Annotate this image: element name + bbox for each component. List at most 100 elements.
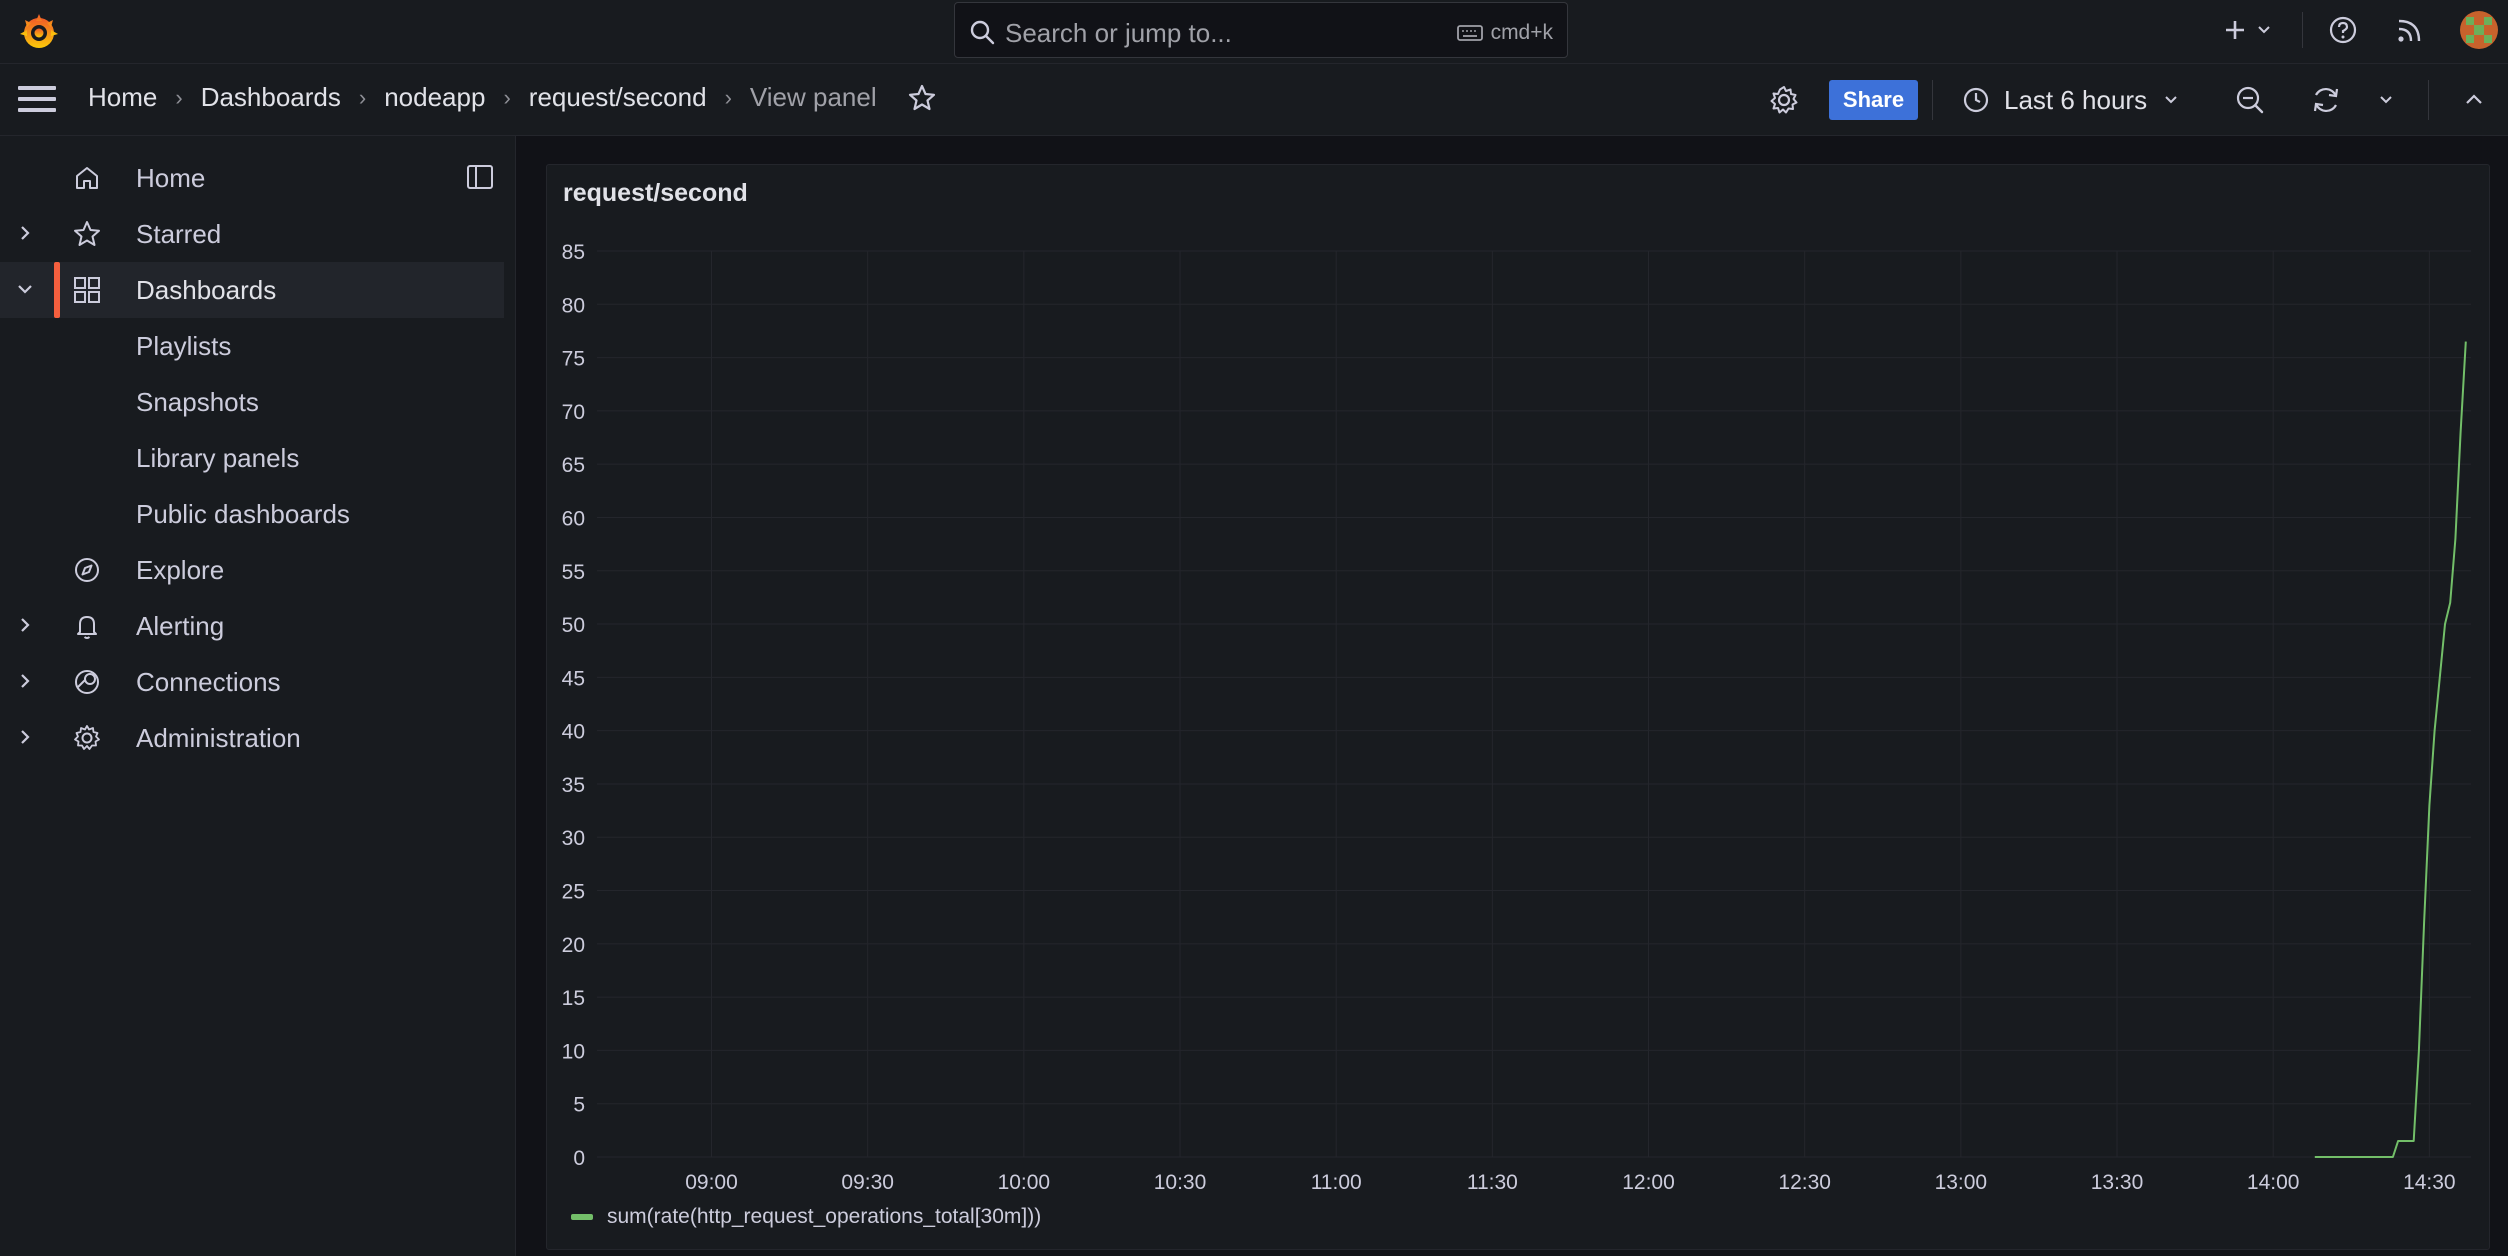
chevron-right-icon[interactable] [14,614,36,636]
sidebar-item-playlists[interactable]: Playlists [0,318,504,374]
chevron-right-icon: › [503,84,511,110]
x-tick-label: 09:30 [841,1171,894,1194]
x-tick-label: 09:00 [685,1171,738,1194]
sidebar-item-label: Library panels [136,443,300,473]
legend-series-label[interactable]: sum(rate(http_request_operations_total[3… [607,1205,1041,1229]
chevron-down-icon[interactable] [14,278,36,300]
x-tick-label: 13:00 [1935,1171,1988,1194]
y-tick-label: 45 [562,667,585,690]
chevron-right-icon[interactable] [14,670,36,692]
x-tick-label: 10:30 [1154,1171,1207,1194]
time-range-label: Last 6 hours [2004,84,2148,115]
x-tick-label: 11:00 [1311,1171,1362,1194]
sidebar-item-label: Connections [136,667,281,697]
chevron-right-icon[interactable] [14,726,36,748]
settings-gear-icon[interactable] [1768,84,1800,116]
zoom-out-icon[interactable] [2234,84,2266,116]
dashboards-icon [74,277,100,303]
chevron-right-icon[interactable] [14,222,36,244]
y-tick-label: 75 [562,348,585,371]
star-icon [74,221,100,246]
sidebar-item-administration[interactable]: Administration [0,710,504,766]
y-tick-label: 25 [562,881,585,904]
sidebar-item-dashboards[interactable]: Dashboards [0,262,504,318]
sidebar-item-explore[interactable]: Explore [0,542,504,598]
top-bar: Search or jump to... cmd+k [0,0,2508,64]
refresh-interval-chevron-down-icon[interactable] [2376,90,2396,110]
compass-icon [75,558,99,582]
sidebar-item-library-panels[interactable]: Library panels [0,430,504,486]
sidebar-item-label: Administration [136,723,301,753]
share-button[interactable]: Share [1829,80,1918,120]
y-tick-label: 0 [573,1147,585,1170]
sidebar-item-home[interactable]: Home [0,150,504,206]
y-tick-label: 5 [573,1094,585,1117]
y-tick-label: 20 [562,934,585,957]
user-avatar-icon [2460,11,2498,49]
y-tick-label: 55 [562,561,585,584]
legend-swatch [571,1214,593,1220]
search-input[interactable]: Search or jump to... cmd+k [954,2,1568,58]
star-icon[interactable] [907,83,937,113]
x-tick-label: 14:30 [2403,1171,2456,1194]
chevron-up-icon[interactable] [2462,88,2486,112]
y-tick-label: 70 [562,401,585,424]
search-icon [970,20,995,45]
sidebar-item-snapshots[interactable]: Snapshots [0,374,504,430]
chevron-down-icon [2165,96,2177,104]
chart-legend: sum(rate(http_request_operations_total[3… [571,1205,1041,1229]
avatar[interactable] [2460,11,2498,49]
sidebar-item-starred[interactable]: Starred [0,206,504,262]
chevron-right-icon: › [358,84,367,110]
sidebar-item-label: Starred [136,219,222,249]
breadcrumb-view-panel: View panel [749,82,877,112]
hamburger-icon-line [18,97,56,101]
news-button[interactable] [2396,0,2424,60]
grafana-logo-icon[interactable] [18,12,60,52]
y-tick-label: 10 [562,1040,585,1063]
y-tick-label: 15 [562,987,585,1010]
x-tick-label: 10:00 [998,1171,1051,1194]
keyboard-icon [1456,25,1483,41]
x-tick-label: 12:00 [1622,1171,1675,1194]
divider [2428,80,2429,120]
sidebar-item-alerting[interactable]: Alerting [0,598,504,654]
x-tick-label: 14:00 [2247,1171,2300,1194]
divider [1932,80,1933,120]
connections-icon [75,670,99,694]
sidebar-item-label: Playlists [136,331,232,361]
new-menu-button[interactable] [2222,0,2274,60]
sidebar-item-public-dashboards[interactable]: Public dashboards [0,486,504,542]
chevron-down-icon [2258,26,2270,34]
refresh-icon[interactable] [2310,84,2342,116]
breadcrumb-dashboards[interactable]: Dashboards [201,82,341,113]
sidebar-item-label: Home [136,163,206,193]
bell-icon [77,616,97,639]
breadcrumb-panel[interactable]: request/second [529,82,707,113]
line-chart[interactable]: 0 5 10 15 20 25 30 35 40 45 50 55 60 65 70 75 80 85 09:00 0… [547,165,2491,1205]
x-tick-label: 13:30 [2091,1171,2144,1194]
sidebar-item-label: Dashboards [136,275,277,305]
y-tick-label: 85 [562,241,585,264]
help-button[interactable] [2328,0,2358,60]
x-tick-label: 11:30 [1467,1171,1518,1194]
cog-icon [74,725,100,750]
breadcrumb-nodeapp[interactable]: nodeapp [384,82,485,113]
shortcut-label: cmd+k [1490,21,1553,44]
y-tick-label: 65 [562,454,585,477]
hamburger-icon-line [18,86,56,90]
y-tick-label: 40 [562,721,585,744]
sidebar-item-label: Snapshots [136,387,259,417]
clock-icon [1963,87,1989,113]
menu-toggle-button[interactable] [18,86,58,114]
help-icon [2329,16,2357,44]
breadcrumb: Home › Dashboards › nodeapp › request/se… [88,82,937,113]
breadcrumb-home[interactable]: Home [88,82,157,113]
chevron-right-icon: › [724,84,732,110]
sidebar-item-label: Explore [136,555,225,585]
sidebar-item-connections[interactable]: Connections [0,654,504,710]
plus-icon [2226,21,2244,39]
time-range-picker[interactable]: Last 6 hours [1962,78,2181,122]
y-tick-label: 60 [562,507,585,530]
divider [2302,12,2303,48]
